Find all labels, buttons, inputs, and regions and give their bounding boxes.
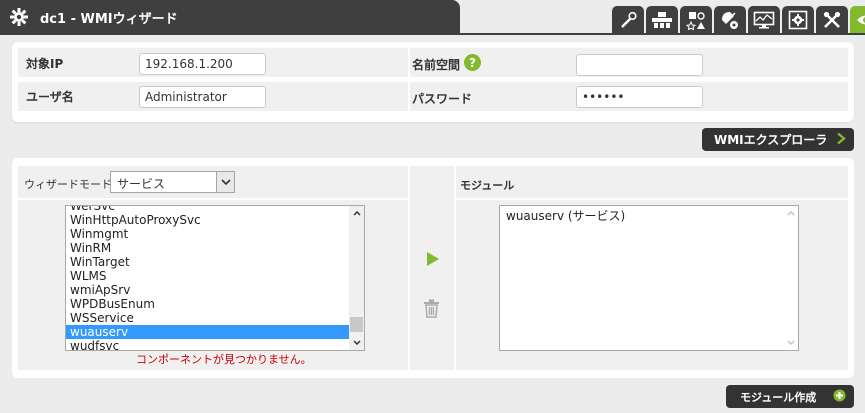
scroll-down-icon[interactable] [349,335,364,350]
username-label: ユーザ名 [26,90,74,104]
wmi-explorer-button[interactable]: WMIエクスプローラ [702,128,854,151]
monitor-icon[interactable] [748,6,780,34]
list-item[interactable]: WinHttpAutoProxySvc [66,213,364,227]
list-item[interactable]: Winmgmt [66,227,364,241]
scroll-down-icon[interactable] [783,335,798,350]
target-ip-input[interactable] [139,53,266,75]
scroll-up-icon[interactable] [783,206,798,221]
create-module-button[interactable]: モジュール作成 [726,385,854,408]
scroll-thumb[interactable] [350,317,363,332]
help-icon[interactable]: ? [464,54,481,71]
services-listbox[interactable]: WerSvc WinHttpAutoProxySvc Winmgmt WinRM… [65,205,365,351]
module-header-row [456,166,848,198]
list-item-selected[interactable]: wuauserv [66,325,364,339]
services-scrollbar[interactable] [349,206,364,350]
toolbar [612,6,865,34]
create-module-label: モジュール作成 [740,390,817,404]
chevron-right-icon [836,132,846,147]
list-item[interactable]: WPDBusEnum [66,297,364,311]
namespace-label: 名前空間 [412,58,461,72]
page-title: dc1 - WMIウィザード [40,11,178,27]
gear-box-icon[interactable] [782,6,814,34]
wmi-explorer-label: WMIエクスプローラ [714,133,828,147]
wizard-panel: ウィザードモード： サービス モジュール WerSvc WinHttpAutoP… [12,158,854,378]
module-label: モジュール [460,179,515,192]
scroll-up-icon[interactable] [349,206,364,221]
chevron-down-icon [216,172,234,192]
connection-panel: 対象IP ユーザ名 名前空間 ? パスワード [12,42,854,122]
plus-circle-icon [833,389,846,405]
list-item[interactable]: WinRM [66,241,364,255]
gear-icon [8,6,30,28]
list-item[interactable]: WinTarget [66,255,364,269]
modules-scrollbar[interactable] [783,206,798,350]
tools-icon[interactable] [816,6,848,34]
list-item[interactable]: wmiApSrv [66,283,364,297]
satellite-gear-icon[interactable] [714,6,746,34]
wand-icon[interactable] [612,6,644,34]
network-icon[interactable] [646,6,678,34]
eye-icon[interactable] [850,6,865,34]
list-item[interactable]: WLMS [66,269,364,283]
window-title-bar: dc1 - WMIウィザード [0,0,460,34]
list-item[interactable]: wuauserv (サービス) [500,209,798,223]
wizard-mode-label: ウィザードモード： [24,178,123,191]
add-arrow-icon[interactable] [426,251,440,270]
list-item[interactable]: WerSvc [66,206,364,213]
services-list: WerSvc WinHttpAutoProxySvc Winmgmt WinRM… [66,206,364,350]
password-label: パスワード [412,92,473,106]
namespace-input[interactable] [576,54,703,76]
username-input[interactable] [139,86,266,108]
password-input[interactable] [576,86,703,108]
trash-icon[interactable] [423,299,440,321]
shapes-icon[interactable] [680,6,712,34]
modules-listbox[interactable]: wuauserv (サービス) [499,205,799,351]
list-item[interactable]: WSService [66,311,364,325]
target-ip-label: 対象IP [26,57,64,71]
list-item[interactable]: wudfsvc [66,339,364,350]
wizard-mode-value: サービス [117,177,166,191]
header-divider [0,33,865,35]
wizard-mode-select[interactable]: サービス [110,171,235,193]
error-message: コンポーネントが見つかりません。 [136,353,312,366]
